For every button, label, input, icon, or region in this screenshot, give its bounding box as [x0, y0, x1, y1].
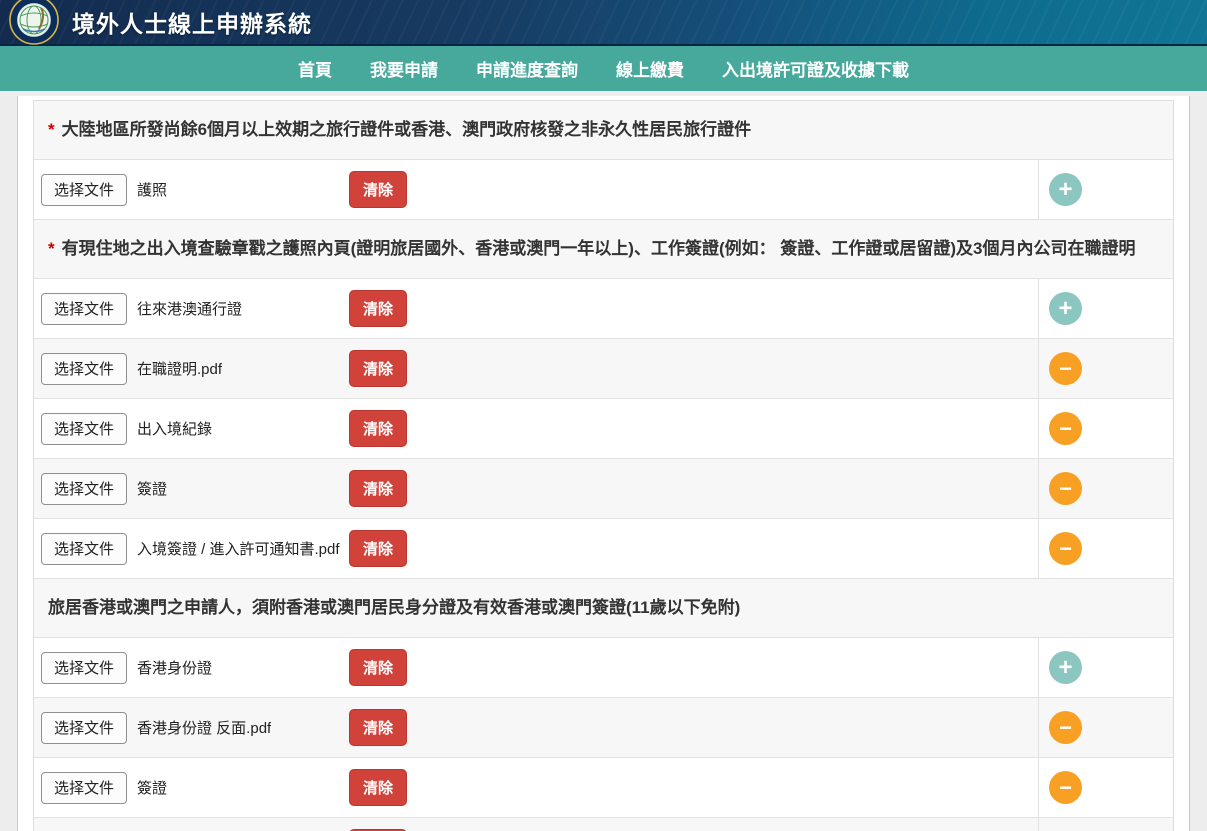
add-row-button[interactable]: +	[1049, 292, 1082, 325]
clear-button[interactable]: 清除	[349, 350, 407, 387]
page-title: 境外人士線上申辦系統	[72, 5, 312, 39]
upload-row: 选择文件 簽證 清除 −	[34, 459, 1173, 519]
upload-row: 选择文件 往來港澳通行證 清除 +	[34, 279, 1173, 339]
section-heading-row: 旅居香港或澳門之申請人，須附香港或澳門居民身分證及有效香港或澳門簽證(11歲以下…	[34, 579, 1173, 638]
immigration-agency-emblem-icon	[8, 0, 60, 45]
remove-row-button[interactable]: −	[1049, 352, 1082, 385]
selected-filename: 入境簽證 / 進入許可通知書.pdf	[137, 538, 340, 559]
required-asterisk: *	[48, 120, 55, 139]
add-row-button[interactable]: +	[1049, 651, 1082, 684]
section-heading-row: * 大陸地區所發尚餘6個月以上效期之旅行證件或香港、澳門政府核發之非永久性居民旅行…	[34, 101, 1173, 160]
remove-row-button[interactable]: −	[1049, 532, 1082, 565]
clear-button[interactable]: 清除	[349, 709, 407, 746]
nav-item-permit-receipt-download[interactable]: 入出境許可證及收據下載	[722, 56, 909, 81]
nav-item-online-payment[interactable]: 線上繳費	[616, 56, 684, 81]
choose-file-button[interactable]: 选择文件	[41, 413, 127, 445]
selected-filename: 在職證明.pdf	[137, 358, 222, 379]
selected-filename: 護照	[137, 179, 167, 200]
clear-button[interactable]: 清除	[349, 530, 407, 567]
choose-file-button[interactable]: 选择文件	[41, 353, 127, 385]
selected-filename: 出入境紀錄	[137, 418, 212, 439]
choose-file-button[interactable]: 选择文件	[41, 174, 127, 206]
upload-row: 选择文件 香港身份證 反面.pdf 清除 −	[34, 698, 1173, 758]
selected-filename: 簽證	[137, 777, 167, 798]
choose-file-button[interactable]: 选择文件	[41, 293, 127, 325]
selected-filename: 簽證	[137, 478, 167, 499]
required-asterisk: *	[48, 239, 55, 258]
selected-filename: 香港身份證 反面.pdf	[137, 717, 271, 738]
upload-row: 选择文件 簽證 清除 −	[34, 758, 1173, 818]
main-nav: 首頁 我要申請 申請進度查詢 線上繳費 入出境許可證及收據下載	[0, 46, 1207, 91]
nav-item-apply[interactable]: 我要申請	[370, 56, 438, 81]
remove-row-button[interactable]: −	[1049, 711, 1082, 744]
clear-button[interactable]: 清除	[349, 171, 407, 208]
choose-file-button[interactable]: 选择文件	[41, 772, 127, 804]
selected-filename: 香港身份證	[137, 657, 212, 678]
app-banner: 境外人士線上申辦系統	[0, 0, 1207, 46]
remove-row-button[interactable]: −	[1049, 472, 1082, 505]
clear-button[interactable]: 清除	[349, 470, 407, 507]
clear-button[interactable]: 清除	[349, 290, 407, 327]
clear-button[interactable]: 清除	[349, 769, 407, 806]
clear-button[interactable]: 清除	[349, 410, 407, 447]
choose-file-button[interactable]: 选择文件	[41, 652, 127, 684]
nav-item-progress-query[interactable]: 申請進度查詢	[476, 56, 578, 81]
upload-row: 选择文件 護照 清除 +	[34, 160, 1173, 220]
remove-row-button[interactable]: −	[1049, 412, 1082, 445]
section-heading-text: 旅居香港或澳門之申請人，須附香港或澳門居民身分證及有效香港或澳門簽證(11歲以下…	[48, 598, 740, 617]
upload-row: 选择文件 香港身份證 清除 +	[34, 638, 1173, 698]
choose-file-button[interactable]: 选择文件	[41, 712, 127, 744]
section-heading-text: 大陸地區所發尚餘6個月以上效期之旅行證件或香港、澳門政府核發之非永久性居民旅行證…	[62, 120, 751, 139]
page-body: * 大陸地區所發尚餘6個月以上效期之旅行證件或香港、澳門政府核發之非永久性居民旅行…	[0, 96, 1207, 831]
upload-row: 选择文件 在職證明.pdf 清除 −	[34, 339, 1173, 399]
selected-filename: 往來港澳通行證	[137, 298, 242, 319]
upload-row: 选择文件 出入境紀錄 清除 −	[34, 399, 1173, 459]
upload-row: 选择文件 入境簽證 / 進入許可通知書.pdf 清除 −	[34, 519, 1173, 579]
clear-button[interactable]: 清除	[349, 649, 407, 686]
choose-file-button[interactable]: 选择文件	[41, 533, 127, 565]
nav-item-home[interactable]: 首頁	[298, 56, 332, 81]
attachment-upload-table: * 大陸地區所發尚餘6個月以上效期之旅行證件或香港、澳門政府核發之非永久性居民旅行…	[33, 100, 1174, 831]
remove-row-button[interactable]: −	[1049, 771, 1082, 804]
add-row-button[interactable]: +	[1049, 173, 1082, 206]
content-panel: * 大陸地區所發尚餘6個月以上效期之旅行證件或香港、澳門政府核發之非永久性居民旅行…	[17, 96, 1190, 831]
section-heading-text: 有現住地之出入境查驗章戳之護照內頁(證明旅居國外、香港或澳門一年以上)、工作簽證…	[62, 239, 1136, 258]
choose-file-button[interactable]: 选择文件	[41, 473, 127, 505]
section-heading-row: * 有現住地之出入境查驗章戳之護照內頁(證明旅居國外、香港或澳門一年以上)、工作簽…	[34, 220, 1173, 279]
upload-row: 选择文件 入境簽證 / 進入許可通知書.pdf 清除 −	[34, 818, 1173, 831]
